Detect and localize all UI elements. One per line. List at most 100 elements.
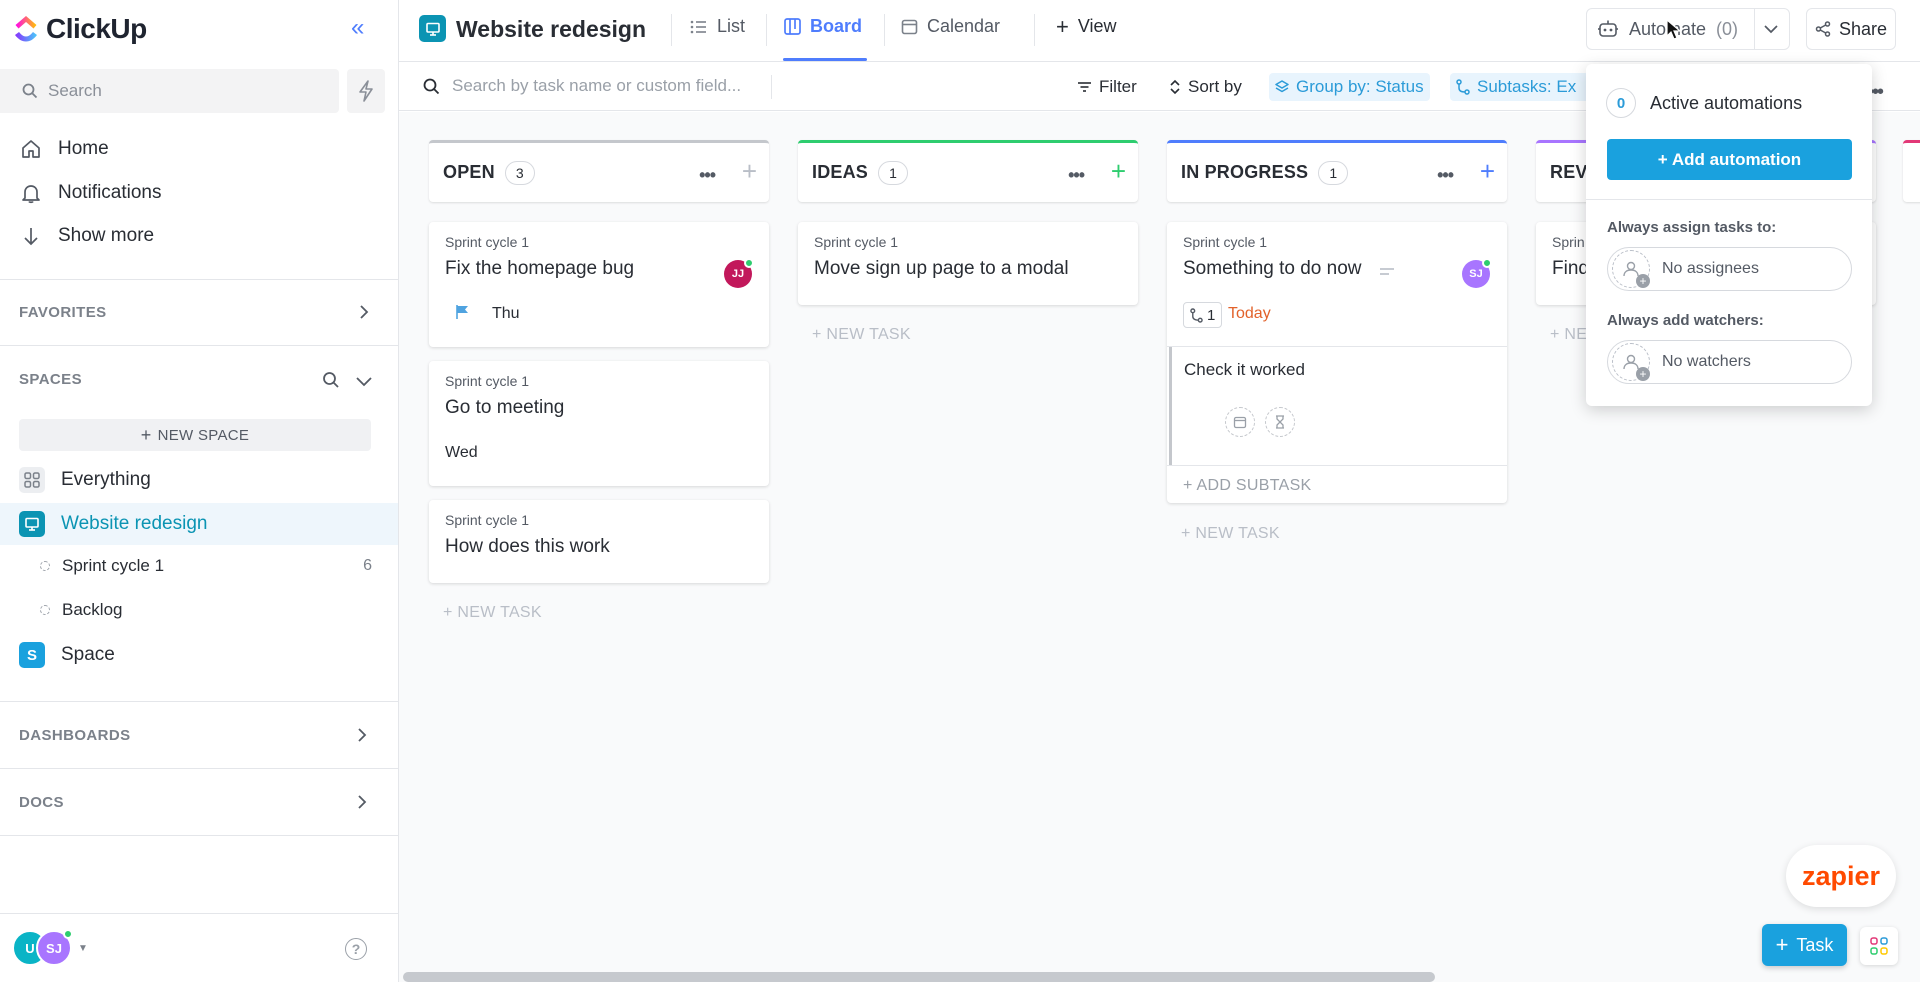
tab-board-label: Board <box>810 16 863 36</box>
plus-icon: + <box>1056 13 1069 39</box>
column-header-next[interactable] <box>1903 140 1920 202</box>
divider <box>0 768 399 769</box>
add-task-plus-icon[interactable]: + <box>1480 158 1495 184</box>
column-options-icon[interactable]: ••• <box>1068 165 1085 186</box>
list-sprint-cycle-1[interactable]: Sprint cycle 1 6 <box>0 548 398 584</box>
automate-button[interactable]: Automate (0) <box>1586 8 1790 50</box>
apps-grid-button[interactable] <box>1860 927 1898 965</box>
task-card[interactable]: Sprint cycle 1 Move sign up page to a mo… <box>798 222 1138 305</box>
favorites-label[interactable]: FAVORITES <box>19 304 107 321</box>
list-icon <box>690 20 706 33</box>
search-spaces-icon[interactable] <box>322 371 340 389</box>
share-icon <box>1815 21 1831 37</box>
space-everything-label: Everything <box>61 469 151 490</box>
nav-show-more[interactable]: Show more <box>20 221 154 251</box>
new-task-button[interactable]: + NE <box>1550 326 1587 344</box>
quick-actions-button[interactable] <box>347 69 385 113</box>
new-task-button[interactable]: + NEW TASK <box>812 326 911 344</box>
nav-home[interactable]: Home <box>20 134 109 164</box>
robot-icon <box>1598 20 1618 37</box>
due-date[interactable]: Thu <box>492 305 520 323</box>
docs-label[interactable]: DOCS <box>19 794 64 811</box>
column-count: 3 <box>504 160 535 185</box>
tab-calendar[interactable]: Calendar <box>901 16 1000 37</box>
user-menu[interactable]: U SJ ▼ <box>12 929 88 966</box>
hourglass-icon[interactable] <box>1265 407 1295 437</box>
zapier-widget[interactable]: zapier <box>1786 845 1896 907</box>
divider <box>0 913 399 914</box>
avatar: SJ <box>36 929 73 966</box>
space-space[interactable]: S Space <box>0 634 398 676</box>
column-options-icon[interactable]: ••• <box>699 165 716 186</box>
chevron-right-icon[interactable] <box>355 795 369 809</box>
task-card[interactable]: Sprint cycle 1 Something to do now SJ 1 … <box>1167 222 1507 503</box>
sidebar-search[interactable]: Search <box>0 69 339 113</box>
divider <box>1034 14 1035 46</box>
add-subtask-button[interactable]: + ADD SUBTASK <box>1183 477 1312 495</box>
assign-label: Always assign tasks to: <box>1607 219 1777 236</box>
collapse-sidebar-icon[interactable]: « <box>351 16 364 40</box>
card-title: Something to do now <box>1183 258 1362 279</box>
subtask-card[interactable]: Check it worked <box>1167 347 1507 465</box>
tab-list[interactable]: List <box>690 16 745 37</box>
new-space-button[interactable]: + NEW SPACE <box>19 419 371 451</box>
add-automation-button[interactable]: + Add automation <box>1607 139 1852 180</box>
active-automations[interactable]: 0 Active automations <box>1606 88 1802 118</box>
space-website-redesign[interactable]: Website redesign <box>0 503 398 545</box>
subtask-icon <box>1190 307 1203 323</box>
task-card[interactable]: Sprint cycle 1 How does this work <box>429 500 769 583</box>
space-everything[interactable]: Everything <box>0 459 398 501</box>
flag-icon[interactable] <box>455 304 470 320</box>
due-date[interactable]: Wed <box>445 444 478 462</box>
share-button[interactable]: Share <box>1806 8 1896 50</box>
subtasks-button[interactable]: Subtasks: Ex <box>1450 73 1589 101</box>
watcher-picker[interactable]: + No watchers <box>1607 340 1852 384</box>
tab-board[interactable]: Board <box>784 16 862 37</box>
assignee-avatar[interactable]: JJ <box>724 258 754 288</box>
new-task-button[interactable]: + NEW TASK <box>443 604 542 622</box>
divider <box>0 701 399 702</box>
active-tab-indicator <box>783 58 867 61</box>
chevron-down-icon[interactable] <box>356 374 372 388</box>
layers-icon <box>1275 80 1289 93</box>
column-count: 1 <box>1318 160 1349 185</box>
card-list-name: Sprint cycle 1 <box>445 512 530 528</box>
active-automations-count: 0 <box>1606 88 1636 118</box>
add-task-plus-icon[interactable]: + <box>742 158 757 184</box>
column-header-ideas[interactable]: IDEAS 1 ••• + <box>798 140 1138 202</box>
task-search-input[interactable]: Search by task name or custom field... <box>423 76 741 96</box>
card-title: Fix the homepage bug <box>445 258 635 279</box>
list-dot-icon <box>40 561 50 571</box>
chevron-right-icon[interactable] <box>357 305 371 319</box>
new-task-floating-button[interactable]: + Task <box>1762 924 1847 966</box>
column-options-icon[interactable]: ••• <box>1437 165 1454 186</box>
card-list-name: Sprint cycle 1 <box>445 234 530 250</box>
sort-button[interactable]: Sort by <box>1163 73 1248 101</box>
clickup-logo[interactable]: ClickUp <box>12 13 147 45</box>
nav-notifications[interactable]: Notifications <box>20 178 162 208</box>
horizontal-scrollbar[interactable] <box>403 972 1435 982</box>
filter-button[interactable]: Filter <box>1071 73 1143 101</box>
help-icon[interactable]: ? <box>345 938 367 960</box>
new-task-button[interactable]: + NEW TASK <box>1181 525 1280 543</box>
column-header-in-progress[interactable]: IN PROGRESS 1 ••• + <box>1167 140 1507 202</box>
lightning-icon <box>359 80 373 102</box>
add-view-button[interactable]: + View <box>1056 13 1117 39</box>
group-by-button[interactable]: Group by: Status <box>1269 73 1430 101</box>
chevron-down-icon[interactable] <box>1763 23 1779 35</box>
nav-notifications-label: Notifications <box>58 182 162 203</box>
column-header-open[interactable]: OPEN 3 ••• + <box>429 140 769 202</box>
set-date-icon[interactable] <box>1225 407 1255 437</box>
task-card[interactable]: Sprint cycle 1 Go to meeting Wed <box>429 361 769 486</box>
watchers-label: Always add watchers: <box>1607 312 1764 329</box>
online-status-dot <box>63 929 73 939</box>
assignee-avatar[interactable]: SJ <box>1462 258 1492 288</box>
dashboards-label[interactable]: DASHBOARDS <box>19 727 131 744</box>
subtask-count-badge[interactable]: 1 <box>1183 302 1223 328</box>
chevron-right-icon[interactable] <box>355 728 369 742</box>
due-date[interactable]: Today <box>1228 305 1271 323</box>
task-card[interactable]: Sprint cycle 1 Fix the homepage bug JJ T… <box>429 222 769 347</box>
add-task-plus-icon[interactable]: + <box>1111 158 1126 184</box>
list-backlog[interactable]: Backlog <box>0 592 398 628</box>
assignee-picker[interactable]: + No assignees <box>1607 247 1852 291</box>
